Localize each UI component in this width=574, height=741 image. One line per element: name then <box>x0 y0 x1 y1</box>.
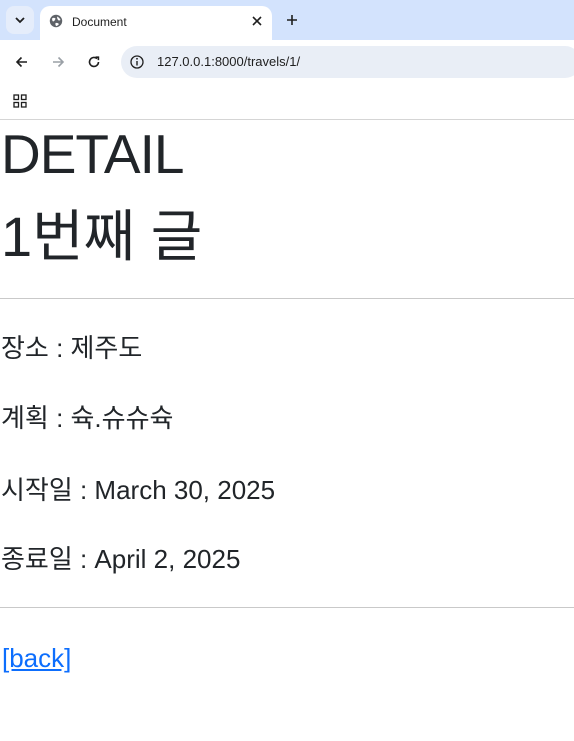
page-heading: DETAIL <box>1 123 184 185</box>
divider-bottom <box>0 607 574 608</box>
arrow-left-icon <box>15 56 27 68</box>
tab-title: Document <box>72 15 127 29</box>
forward-button[interactable] <box>46 50 70 74</box>
close-icon <box>252 16 262 26</box>
reload-icon <box>88 56 100 68</box>
plus-icon <box>287 15 297 25</box>
chevron-down-icon <box>15 17 25 24</box>
tab-search-button[interactable] <box>6 6 34 34</box>
back-button[interactable] <box>10 50 34 74</box>
end-date-field: 종료일 : April 2, 2025 <box>1 544 241 574</box>
arrow-right-icon <box>53 56 65 68</box>
page-content: DETAIL 1번째 글 장소 : 제주도 계획 : 슉.슈슈슉 시작일 : M… <box>0 121 574 741</box>
tab-close-button[interactable] <box>248 12 266 30</box>
address-bar[interactable]: 127.0.0.1:8000/travels/1/ <box>121 46 574 78</box>
bookmarks-bar <box>0 84 574 120</box>
start-date-field: 시작일 : March 30, 2025 <box>1 475 276 505</box>
browser-toolbar: 127.0.0.1:8000/travels/1/ <box>0 40 574 84</box>
url-text[interactable]: 127.0.0.1:8000/travels/1/ <box>157 54 300 69</box>
tab-strip: Document <box>0 0 574 40</box>
new-tab-button[interactable] <box>282 10 302 30</box>
apps-grid-icon[interactable] <box>12 93 28 109</box>
post-title: 1번째 글 <box>1 205 203 268</box>
reload-button[interactable] <box>82 50 106 74</box>
tab-document[interactable]: Document <box>40 6 272 40</box>
globe-icon <box>49 14 63 28</box>
site-info-icon[interactable] <box>129 54 145 70</box>
divider-top <box>0 298 574 299</box>
plan-field: 계획 : 슉.슈슈슉 <box>1 403 174 433</box>
location-field: 장소 : 제주도 <box>1 333 143 363</box>
back-link[interactable]: [back] <box>2 645 71 671</box>
